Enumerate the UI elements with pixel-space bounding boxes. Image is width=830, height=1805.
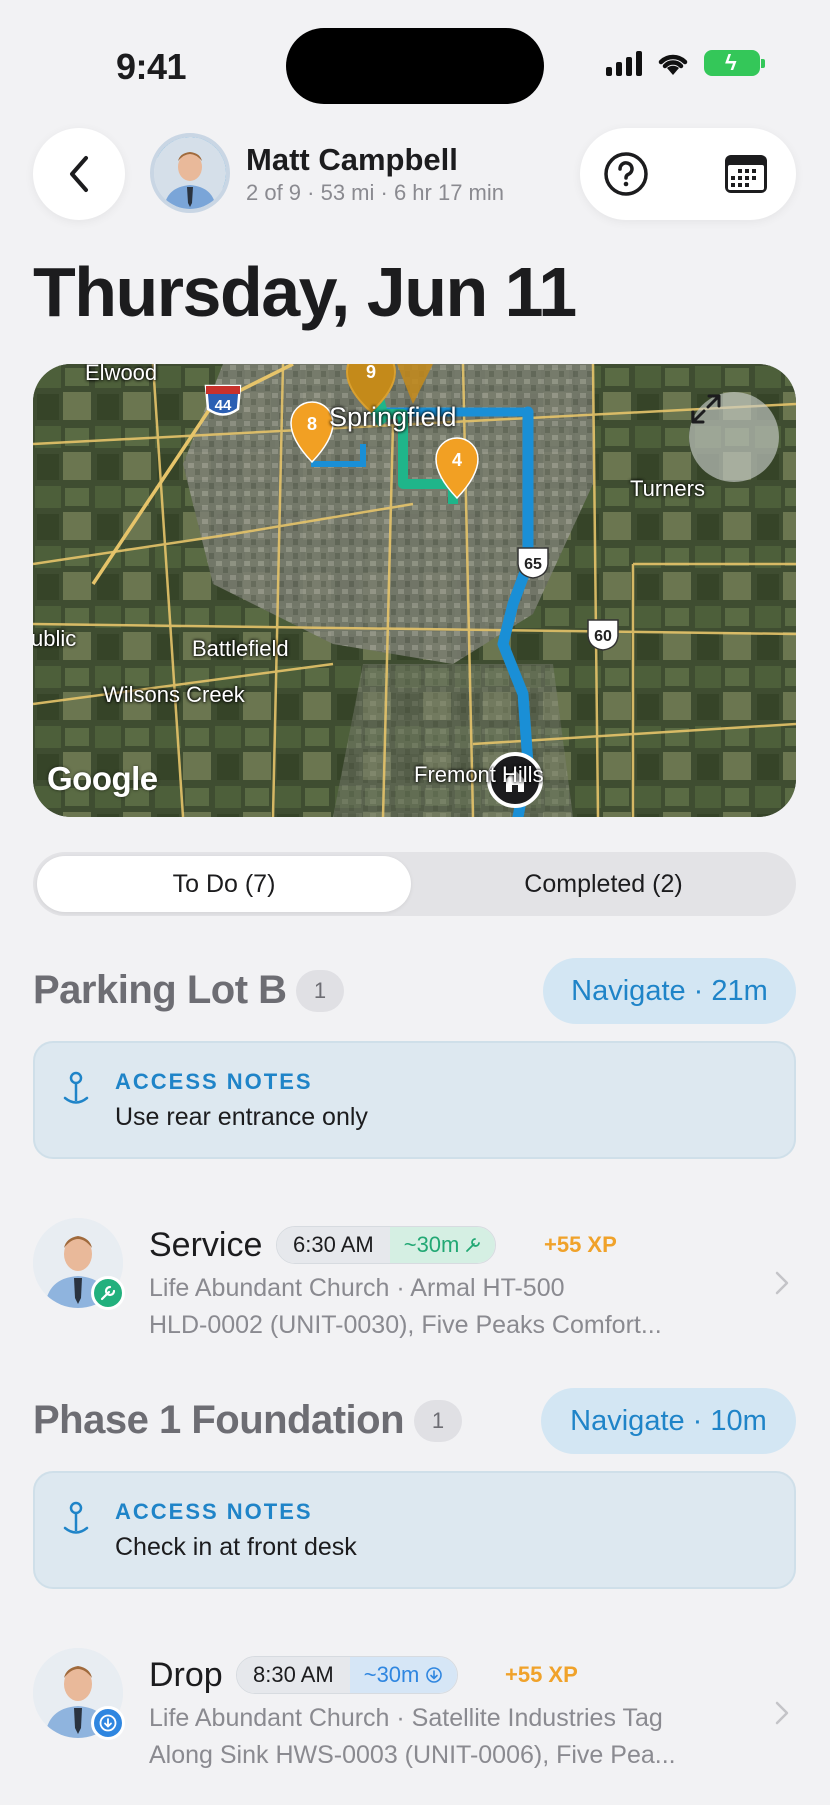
map-label-elwood: Elwood <box>85 364 158 385</box>
xp-reward: +55 XP <box>505 1662 578 1687</box>
map-label-fremont-hills: Fremont Hills <box>414 762 544 787</box>
xp-reward: +55 XP <box>544 1232 617 1257</box>
map-label-turners: Turners <box>630 476 705 501</box>
help-button[interactable] <box>600 148 652 200</box>
stop-detail-line-1: Life Abundant Church · Satellite Industr… <box>149 1704 663 1732</box>
stop-row-service[interactable]: Service 6:30 AM ~30m +55 XP Life Abundan… <box>33 1218 796 1348</box>
time-chip: 8:30 AM ~30m <box>236 1656 459 1694</box>
cellular-signal-icon <box>606 50 642 76</box>
interstate-44-shield: 44 <box>204 384 242 416</box>
access-notes-text: Use rear entrance only <box>115 1103 368 1131</box>
tab-completed[interactable]: Completed (2) <box>415 856 792 912</box>
chevron-right-icon <box>775 1271 789 1295</box>
wrench-icon <box>100 1285 116 1301</box>
expand-map-button[interactable] <box>689 392 779 482</box>
chevron-left-icon <box>70 156 88 192</box>
calendar-icon <box>725 155 767 193</box>
access-notes-label: ACCESS NOTES <box>115 1499 313 1524</box>
status-icons: ϟ <box>606 50 765 76</box>
navigate-button-phase-1-foundation[interactable]: Navigate · 10m <box>541 1388 796 1454</box>
pin-4-label: 4 <box>452 450 462 470</box>
stop-type: Drop <box>149 1656 223 1694</box>
map-label-battlefield: Battlefield <box>192 636 289 661</box>
dynamic-island <box>286 28 544 104</box>
header-actions <box>580 128 796 220</box>
map-label-wilsons-creek: Wilsons Creek <box>103 682 245 707</box>
us-60-shield: 60 <box>587 619 619 651</box>
section-title-parking-lot-b: Parking Lot B <box>33 968 287 1012</box>
download-circle-icon <box>99 1714 117 1732</box>
route-map[interactable]: 44 65 60 9 8 4 Elwood Springfield Turner… <box>33 364 796 817</box>
shield-60-label: 60 <box>594 628 612 645</box>
shield-44-label: 44 <box>215 397 232 414</box>
section-count-badge: 1 <box>414 1400 462 1442</box>
download-circle-icon <box>426 1667 443 1683</box>
section-title-phase-1-foundation: Phase 1 Foundation <box>33 1398 405 1442</box>
drop-badge <box>91 1706 125 1740</box>
access-notes-card: ACCESS NOTES Use rear entrance only <box>33 1041 796 1159</box>
stop-duration: ~30m <box>363 1662 420 1687</box>
stop-row-drop[interactable]: Drop 8:30 AM ~30m +55 XP Life Abundant C… <box>33 1648 796 1778</box>
stop-detail-line-2: HLD-0002 (UNIT-0030), Five Peaks Comfort… <box>149 1311 662 1339</box>
map-label-springfield: Springfield <box>329 402 457 432</box>
pin-9-label: 9 <box>366 364 376 382</box>
stop-duration: ~30m <box>403 1232 460 1257</box>
navigate-button-parking-lot-b[interactable]: Navigate · 21m <box>543 958 796 1024</box>
stop-detail-line-2: Along Sink HWS-0003 (UNIT-0006), Five Pe… <box>149 1741 676 1769</box>
wrench-icon <box>466 1238 481 1252</box>
chevron-right-icon <box>775 1701 789 1725</box>
route-summary: 2 of 9 · 53 mi · 6 hr 17 min <box>246 180 504 205</box>
location-pin-icon <box>63 1071 89 1104</box>
back-button[interactable] <box>33 128 125 220</box>
avatar[interactable] <box>150 133 230 213</box>
stop-time: 6:30 AM <box>277 1227 390 1263</box>
time-chip: 6:30 AM ~30m <box>276 1226 497 1264</box>
pin-8-label: 8 <box>307 414 317 434</box>
stop-filter-tabs: To Do (7) Completed (2) <box>33 852 796 916</box>
section-count-badge: 1 <box>296 970 344 1012</box>
access-notes-label: ACCESS NOTES <box>115 1069 313 1094</box>
stop-type: Service <box>149 1226 263 1264</box>
map-label-ublic: ublic <box>33 626 77 651</box>
service-badge <box>91 1276 125 1310</box>
access-notes-text: Check in at front desk <box>115 1533 357 1561</box>
calendar-button[interactable] <box>720 148 772 200</box>
stop-time: 8:30 AM <box>237 1657 350 1693</box>
stop-detail-line-1: Life Abundant Church · Armal HT-500 <box>149 1274 565 1302</box>
access-notes-card: ACCESS NOTES Check in at front desk <box>33 1471 796 1589</box>
status-bar: 9:41 ϟ <box>0 0 830 120</box>
duration-chip: ~30m <box>349 1657 458 1693</box>
expand-icon <box>691 394 721 424</box>
wifi-icon <box>658 54 688 75</box>
duration-chip: ~30m <box>389 1227 496 1263</box>
shield-65-label: 65 <box>524 556 542 573</box>
location-pin-icon <box>63 1501 89 1534</box>
tab-todo[interactable]: To Do (7) <box>37 856 411 912</box>
battery-charging-icon: ϟ <box>704 50 765 76</box>
help-icon <box>604 152 648 196</box>
google-logo: Google <box>47 760 158 797</box>
page-title: Thursday, Jun 11 <box>33 253 577 331</box>
user-name: Matt Campbell <box>246 142 458 177</box>
status-time: 9:41 <box>116 46 187 87</box>
us-65-shield: 65 <box>517 547 549 579</box>
